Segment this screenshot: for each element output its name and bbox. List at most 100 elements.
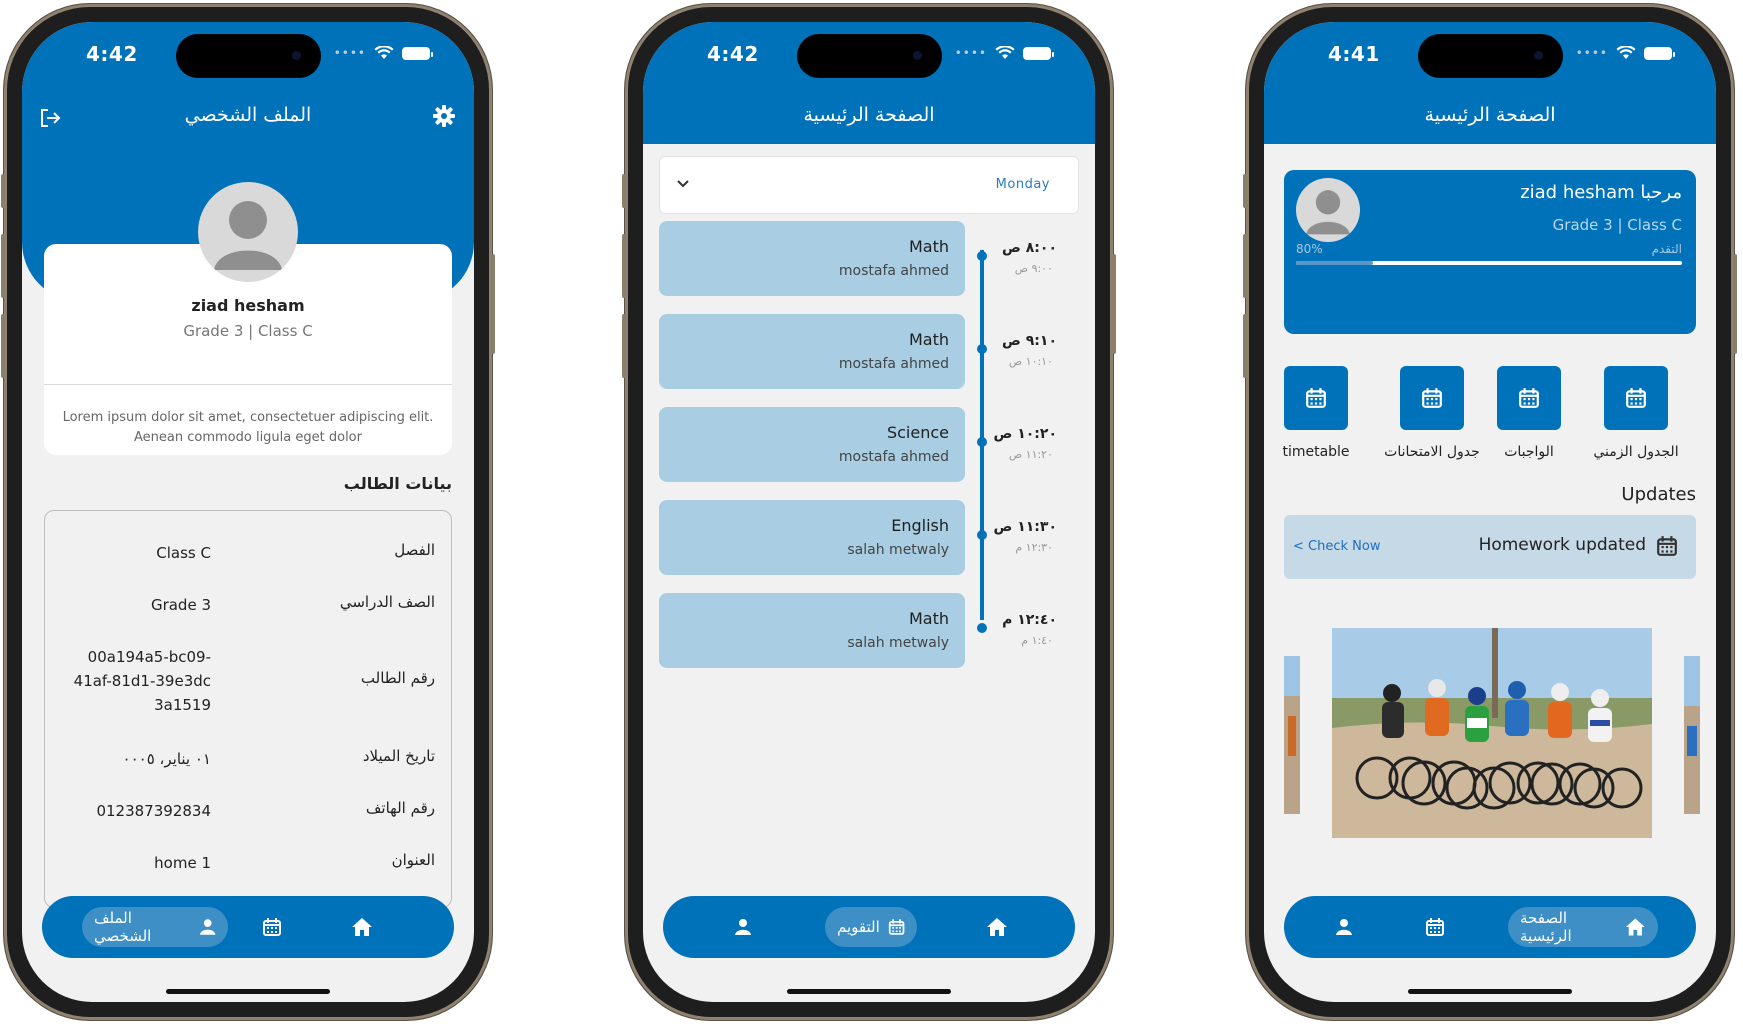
check-now-link[interactable]: < Check Now [1293, 539, 1380, 554]
avatar [1296, 178, 1360, 242]
bottom-nav: الملف الشخصي [42, 896, 454, 958]
status-time: 4:42 [86, 42, 138, 66]
nav-home-tab[interactable] [342, 896, 382, 958]
lesson-end-time: ١:٤٠ م [1021, 634, 1053, 647]
info-value: 012387392834 [96, 802, 211, 820]
home-icon [352, 918, 372, 936]
progress-bar [1296, 261, 1682, 265]
nav-calendar-label: التقويم [837, 918, 880, 936]
lesson-teacher: mostafa ahmed [838, 356, 949, 372]
timeline-dot [977, 437, 987, 447]
update-item[interactable]: < Check Now Homework updated [1284, 515, 1696, 579]
home-icon [987, 918, 1007, 936]
profile-grade-class: Grade 3 | Class C [183, 322, 313, 340]
nav-profile-tab[interactable]: الملف الشخصي [82, 907, 228, 947]
gear-icon[interactable] [432, 104, 456, 128]
page-title: الصفحة الرئيسية [803, 104, 935, 126]
calendar-icon [1306, 388, 1326, 408]
timeline-dot [977, 623, 987, 633]
chevron-down-icon [677, 180, 689, 188]
page-title: الملف الشخصي [184, 104, 312, 126]
phone-home: 4:41 •••• الصفحة الرئيسية مرحبا ziad hes… [1243, 4, 1737, 1020]
home-indicator [1408, 989, 1572, 994]
student-info-box: الفصل Class C الصف الدراسي Grade 3 رقم ا… [44, 510, 452, 908]
info-value: Class C [156, 544, 211, 562]
news-image[interactable] [1332, 628, 1652, 838]
quick-action-label: جدول الامتحانات [1384, 444, 1480, 460]
lesson-subject: Science [886, 423, 949, 442]
phone-timetable: 4:42 •••• الصفحة الرئيسية Monday Math mo… [622, 4, 1116, 1020]
calendar-icon [1657, 536, 1677, 556]
progress-label: التقدم [1651, 242, 1682, 256]
nav-calendar-tab[interactable] [1415, 896, 1455, 958]
timeline-line [980, 250, 984, 620]
carousel-next-image[interactable] [1684, 656, 1700, 814]
nav-profile-tab[interactable] [1324, 896, 1364, 958]
calendar-icon [263, 918, 281, 936]
quick-action-label: timetable [1282, 444, 1350, 460]
welcome-grade-class: Grade 3 | Class C [1552, 216, 1682, 234]
status-icons: •••• [955, 46, 1054, 60]
lesson-start-time: ٨:٠٠ ص [1002, 240, 1057, 256]
nav-calendar-tab[interactable] [252, 896, 292, 958]
calendar-icon [1519, 388, 1539, 408]
lesson-start-time: ٩:١٠ ص [1002, 333, 1057, 349]
carousel-prev-image[interactable] [1284, 656, 1300, 814]
lesson-end-time: ١٠:١٠ ص [1008, 355, 1053, 368]
lesson-teacher: salah metwaly [847, 635, 949, 651]
wifi-icon [374, 46, 394, 59]
lesson-card[interactable]: English salah metwaly [659, 500, 965, 575]
dynamic-island [1418, 34, 1563, 78]
lesson-card[interactable]: Math salah metwaly [659, 593, 965, 668]
phone-profile: 4:42 •••• الملف الشخصي ziad hesham Grade… [1, 4, 495, 1020]
profile-name: ziad hesham [191, 296, 305, 315]
day-select[interactable]: Monday [659, 156, 1079, 214]
quick-action-exams[interactable] [1400, 366, 1464, 430]
quick-action-schedule[interactable] [1604, 366, 1668, 430]
status-icons: •••• [333, 46, 433, 60]
screen-profile: 4:42 •••• الملف الشخصي ziad hesham Grade… [22, 22, 474, 1002]
dynamic-island [797, 34, 942, 78]
timeline-dot [977, 344, 987, 354]
info-value: 00a194a5-bc09- 41af-81d1-39e3dc 3a1519 [73, 648, 211, 714]
day-select-value: Monday [995, 177, 1050, 192]
home-indicator [787, 989, 951, 994]
nav-home-tab[interactable]: الصفحة الرئيسية [1508, 907, 1658, 947]
lesson-start-time: ١١:٣٠ ص [993, 519, 1058, 535]
lesson-teacher: mostafa ahmed [838, 449, 949, 465]
nav-home-tab[interactable] [977, 896, 1017, 958]
screen-home: 4:41 •••• الصفحة الرئيسية مرحبا ziad hes… [1264, 22, 1716, 1002]
battery-icon [1644, 46, 1675, 60]
quick-action-homework[interactable] [1497, 366, 1561, 430]
updates-title: Updates [1621, 484, 1696, 505]
info-key: العنوان [391, 851, 435, 869]
page-title: الصفحة الرئيسية [1424, 104, 1556, 126]
timeline-dot [977, 530, 987, 540]
update-text: Homework updated [1478, 535, 1646, 555]
lesson-card[interactable]: Math mostafa ahmed [659, 221, 965, 296]
nav-calendar-tab[interactable]: التقويم [825, 907, 917, 947]
lesson-card[interactable]: Math mostafa ahmed [659, 314, 965, 389]
quick-action-label: الجدول الزمني [1593, 444, 1679, 460]
calendar-icon [1426, 918, 1444, 936]
lesson-teacher: salah metwaly [847, 542, 949, 558]
progress-bar-fill [1296, 261, 1374, 265]
status-time: 4:42 [707, 42, 759, 66]
info-key: رقم الطالب [360, 669, 435, 687]
calendar-icon [1626, 388, 1646, 408]
lesson-teacher: mostafa ahmed [838, 263, 949, 279]
home-icon [1626, 918, 1646, 936]
calendar-icon [1422, 388, 1442, 408]
lesson-card[interactable]: Science mostafa ahmed [659, 407, 965, 482]
quick-action-timetable[interactable] [1284, 366, 1348, 430]
nav-profile-tab[interactable] [723, 896, 763, 958]
welcome-card: مرحبا ziad hesham Grade 3 | Class C 80% … [1284, 170, 1696, 334]
info-value: Grade 3 [150, 596, 211, 614]
quick-action-label: الواجبات [1504, 444, 1554, 460]
info-key: تاريخ الميلاد [362, 747, 435, 765]
screen-timetable: 4:42 •••• الصفحة الرئيسية Monday Math mo… [643, 22, 1095, 1002]
info-key: الفصل [394, 541, 435, 559]
battery-icon [1023, 46, 1054, 60]
signal-icon: •••• [333, 46, 366, 60]
profile-description: Lorem ipsum dolor sit amet, consectetuer… [62, 410, 434, 445]
